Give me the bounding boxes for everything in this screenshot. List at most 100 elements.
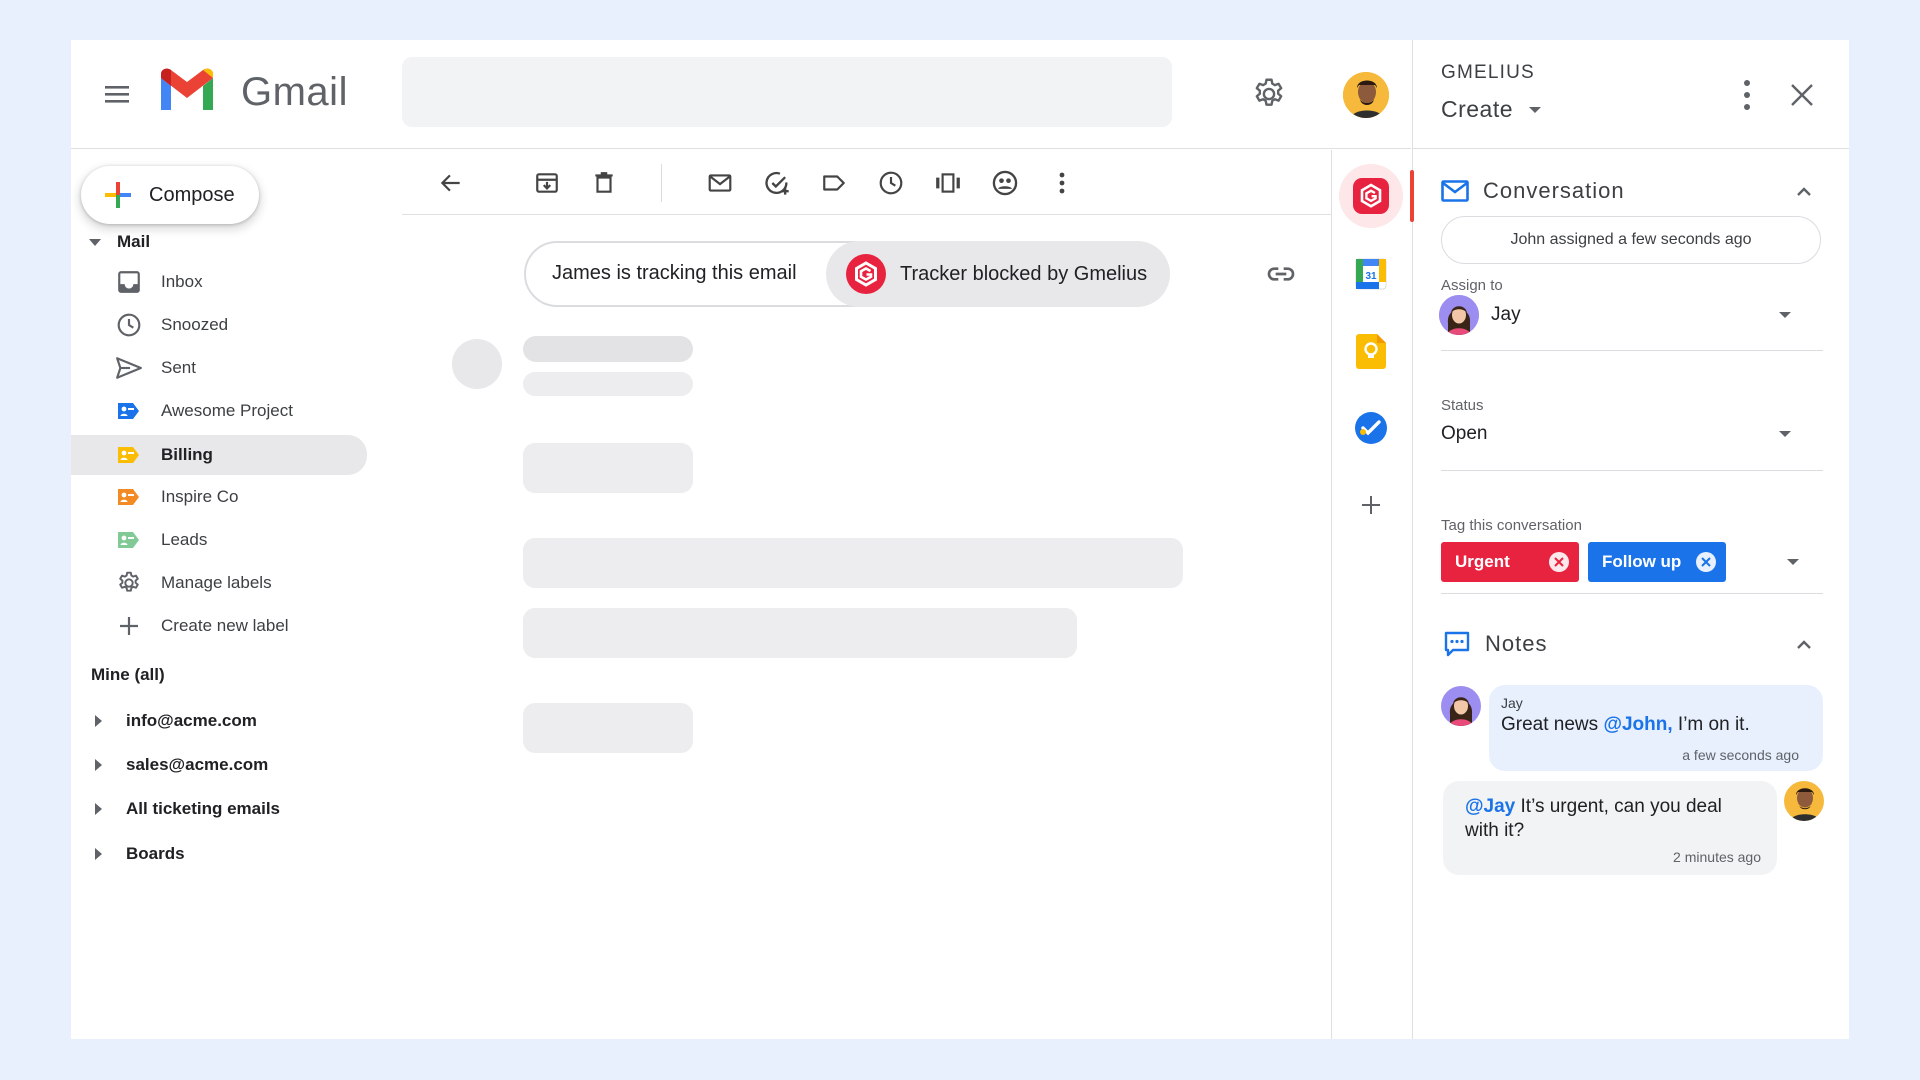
search-bar[interactable] (402, 57, 1172, 127)
sidebar-item-awesome-project[interactable]: Awesome Project (71, 392, 367, 430)
label-icon (115, 441, 143, 469)
sidebar-item-create-label[interactable]: Create new label (71, 607, 367, 645)
sidebar-item-leads[interactable]: Leads (71, 521, 367, 559)
note-text: I’m on it. (1672, 714, 1750, 735)
notes-section-header[interactable]: Notes (1443, 630, 1547, 658)
conversation-title: Conversation (1483, 178, 1625, 203)
status-value: Open (1441, 423, 1488, 444)
close-icon[interactable] (1787, 80, 1817, 110)
tag-label: Follow up (1602, 552, 1682, 571)
jay-avatar (1441, 686, 1481, 726)
tag-urgent[interactable]: Urgent (1441, 542, 1579, 582)
note-timestamp: 2 minutes ago (1673, 849, 1761, 865)
comment-icon (1443, 630, 1471, 658)
create-label: Create (1441, 96, 1514, 122)
toolbar-divider (402, 214, 1332, 215)
status-label: Status (1441, 397, 1484, 414)
sidebar-boards[interactable]: Boards (91, 839, 351, 869)
sidebar-item-label: Awesome Project (161, 401, 293, 420)
account-label: sales@acme.com (126, 755, 269, 774)
dropdown-arrow-icon (1779, 312, 1791, 318)
dropdown-arrow-icon (1529, 106, 1542, 113)
conversation-section-header[interactable]: Conversation (1441, 178, 1625, 204)
field-underline (1441, 470, 1823, 471)
google-keep-icon[interactable] (1339, 319, 1403, 383)
panel-more-icon[interactable] (1737, 78, 1757, 112)
send-icon (115, 354, 143, 382)
more-vert-icon[interactable] (1047, 168, 1077, 198)
tags-dropdown-arrow-icon[interactable] (1787, 559, 1799, 565)
skeleton-block (523, 538, 1183, 588)
remove-tag-icon[interactable] (1549, 552, 1569, 572)
mine-section-label: Mine (all) (91, 665, 165, 684)
header-divider (71, 148, 1411, 149)
mention-link[interactable]: @Jay (1465, 796, 1515, 817)
tracker-blocked-badge[interactable]: Tracker blocked by Gmelius (826, 241, 1170, 307)
account-label: Boards (126, 844, 185, 863)
compose-label: Compose (149, 183, 235, 206)
user-avatar[interactable] (1343, 72, 1389, 118)
expand-caret-icon (95, 803, 102, 815)
mail-section-header[interactable]: Mail (89, 232, 150, 252)
sidebar-item-label: Sent (161, 358, 196, 377)
label-icon (115, 526, 143, 554)
field-underline (1441, 350, 1823, 351)
app-name: Gmail (241, 70, 348, 114)
sidebar-account-sales[interactable]: sales@acme.com (91, 750, 351, 780)
google-calendar-icon[interactable]: 31 (1339, 242, 1403, 306)
skeleton-block (523, 608, 1077, 658)
gear-icon (115, 569, 143, 597)
back-arrow-icon[interactable] (436, 168, 466, 198)
move-icon[interactable] (933, 168, 963, 198)
label-icon[interactable] (819, 168, 849, 198)
account-label: info@acme.com (126, 711, 257, 730)
remove-tag-icon[interactable] (1696, 552, 1716, 572)
gmail-logo-icon[interactable] (157, 68, 217, 114)
status-dropdown[interactable]: Open (1439, 415, 1849, 453)
collapse-chevron-icon[interactable] (1793, 181, 1815, 203)
skeleton-line (523, 372, 693, 396)
tracking-notice: James is tracking this email (552, 262, 797, 284)
settings-gear-icon[interactable] (1251, 76, 1287, 112)
compose-button[interactable]: Compose (81, 166, 259, 224)
sidebar-all-ticketing[interactable]: All ticketing emails (91, 794, 351, 824)
dropdown-arrow-icon (1779, 431, 1791, 437)
sidebar-item-snoozed[interactable]: Snoozed (71, 306, 367, 344)
collapse-chevron-icon[interactable] (1793, 634, 1815, 656)
mark-unread-icon[interactable] (705, 168, 735, 198)
mention-link[interactable]: @John, (1603, 714, 1672, 735)
link-icon[interactable] (1265, 258, 1297, 290)
note-body: @Jay It’s urgent, can you deal with it? (1465, 795, 1755, 843)
sidebar-item-inbox[interactable]: Inbox (71, 263, 367, 301)
blocked-text: Tracker blocked by Gmelius (900, 262, 1148, 285)
note-body: Great news @John, I’m on it. (1501, 713, 1750, 737)
svg-text:31: 31 (1365, 271, 1377, 282)
sidebar-item-label: Inspire Co (161, 487, 239, 506)
assignee-name: Jay (1491, 304, 1521, 325)
sidebar-item-label: Snoozed (161, 315, 229, 334)
google-tasks-icon[interactable] (1339, 396, 1403, 460)
sidebar-account-info[interactable]: info@acme.com (91, 706, 351, 736)
create-dropdown[interactable]: Create (1441, 96, 1542, 123)
sidebar-item-label: Create new label (161, 616, 289, 635)
label-icon (115, 397, 143, 425)
note-bubble: @Jay It’s urgent, can you deal with it? … (1443, 781, 1777, 875)
sidebar-item-billing[interactable]: Billing (71, 435, 367, 475)
gmelius-addon-button[interactable] (1339, 164, 1403, 228)
gmail-window: Gmail Compose Mail Inbox Snoozed Sent Aw… (71, 40, 1849, 1039)
add-task-icon[interactable] (762, 168, 792, 198)
assignee-dropdown[interactable]: Jay (1439, 295, 1849, 335)
sidebar-item-manage-labels[interactable]: Manage labels (71, 564, 367, 602)
delete-icon[interactable] (589, 168, 619, 198)
add-addon-plus-icon[interactable] (1339, 473, 1403, 537)
archive-icon[interactable] (532, 168, 562, 198)
expand-caret-icon (95, 715, 102, 727)
tag-follow-up[interactable]: Follow up (1588, 542, 1726, 582)
sidebar-item-inspire-co[interactable]: Inspire Co (71, 478, 367, 516)
mail-section-label: Mail (117, 232, 151, 251)
sidebar-item-sent[interactable]: Sent (71, 349, 367, 387)
main-menu-icon[interactable] (101, 78, 133, 110)
collapse-caret-icon (89, 238, 101, 246)
snooze-icon[interactable] (876, 168, 906, 198)
share-icon[interactable] (990, 168, 1020, 198)
